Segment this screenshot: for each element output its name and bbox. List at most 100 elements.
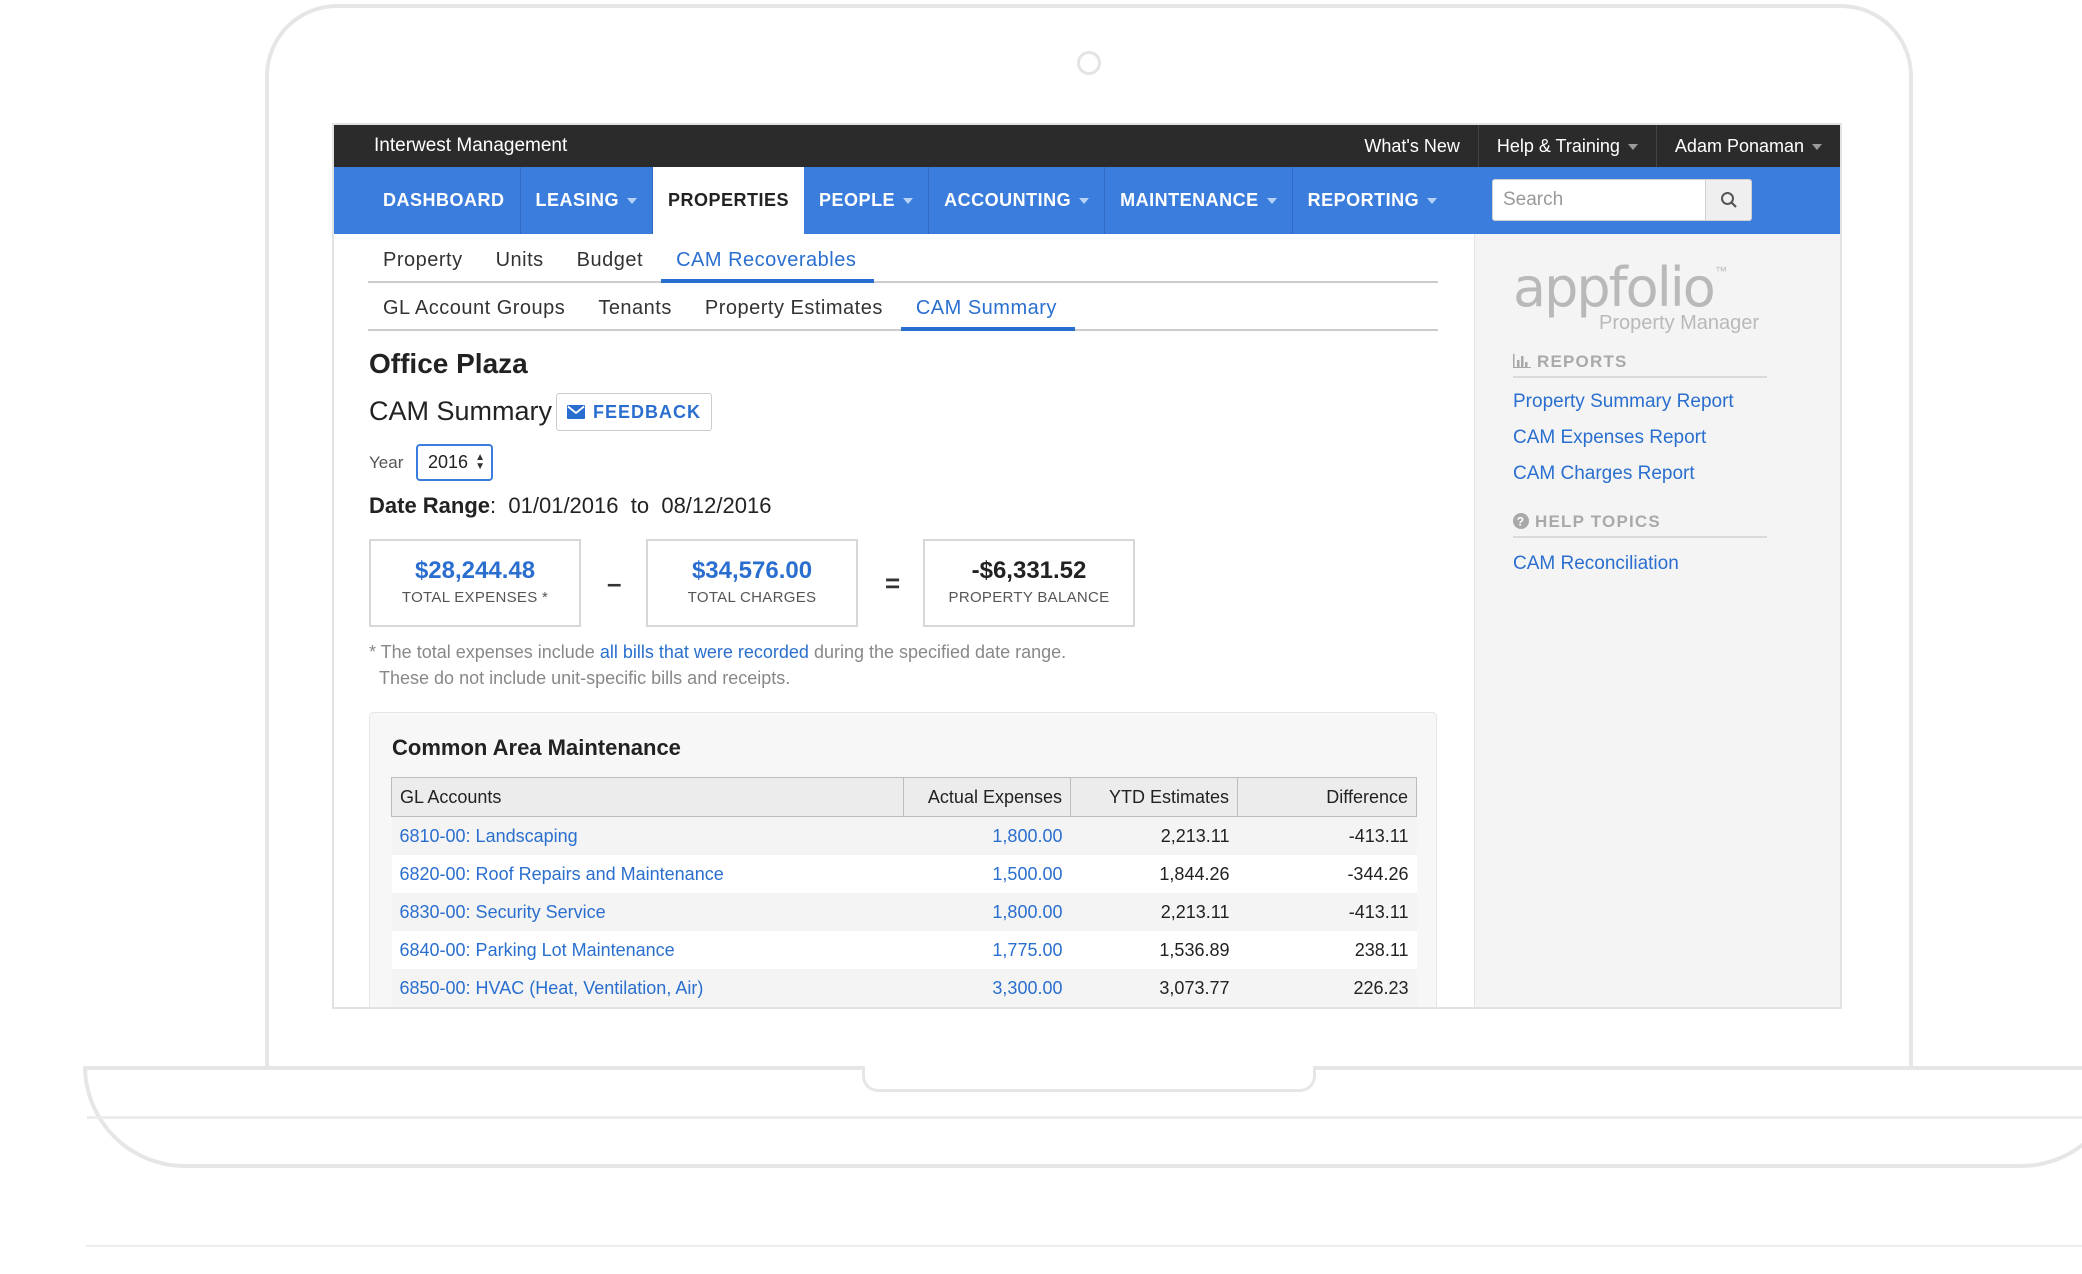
tab-gl-account-groups[interactable]: GL Account Groups: [368, 282, 583, 329]
nav-dashboard[interactable]: DASHBOARD: [368, 167, 521, 234]
tab-tenants[interactable]: Tenants: [583, 282, 690, 329]
table-row: 6820-00: Roof Repairs and Maintenance 1,…: [391, 855, 1417, 893]
actual-expense-link[interactable]: 1,800.00: [903, 816, 1071, 855]
difference: -413.11: [1237, 816, 1417, 855]
col-difference[interactable]: Difference: [1237, 777, 1417, 817]
gl-account-link[interactable]: 6810-00: Landscaping: [391, 816, 904, 855]
year-label: Year: [369, 453, 404, 472]
nav-reporting[interactable]: REPORTING: [1293, 167, 1453, 234]
difference: 238.11: [1237, 931, 1417, 969]
nav-properties[interactable]: PROPERTIES: [653, 167, 805, 234]
actual-expense-link[interactable]: 3,300.00: [903, 969, 1071, 1007]
tab-property-estimates[interactable]: Property Estimates: [690, 282, 901, 329]
property-summary-report-link[interactable]: Property Summary Report: [1513, 391, 1734, 413]
sidebar: appfolio ™ Property Manager REPORTS Prope…: [1474, 234, 1840, 1007]
search-box: [1492, 179, 1754, 221]
table-row: 6830-00: Security Service 1,800.00 2,213…: [391, 893, 1417, 931]
search-button[interactable]: [1706, 179, 1752, 221]
main-nav: DASHBOARD LEASING PROPERTIES PEOPLE ACCO…: [334, 167, 1840, 234]
question-circle-icon: ?: [1513, 513, 1529, 529]
tab-property[interactable]: Property: [368, 234, 481, 281]
select-arrows-icon: ▲ ▼: [475, 452, 485, 472]
gl-account-link[interactable]: 6840-00: Parking Lot Maintenance: [391, 931, 904, 969]
tab-units[interactable]: Units: [481, 234, 562, 281]
total-charges-label: TOTAL CHARGES: [687, 589, 817, 606]
recorded-bills-link[interactable]: all bills that were recorded: [600, 642, 809, 662]
cam-title: Common Area Maintenance: [392, 735, 681, 760]
chevron-down-icon: [1427, 198, 1438, 205]
col-gl-accounts[interactable]: GL Accounts: [391, 777, 904, 817]
gl-account-link[interactable]: 6820-00: Roof Repairs and Maintenance: [391, 855, 904, 893]
total-charges-box: $34,576.00 TOTAL CHARGES: [646, 539, 858, 627]
user-menu[interactable]: Adam Ponaman: [1655, 125, 1840, 167]
chevron-down-icon: [1079, 198, 1090, 205]
cam-table: GL Accounts Actual Expenses YTD Estimate…: [391, 777, 1417, 1007]
help-topics-heading: ? HELP TOPICS: [1513, 512, 1767, 538]
ytd-estimate: 2,213.11: [1070, 893, 1238, 931]
date-range: Date Range: 01/01/2016 to 08/12/2016: [369, 493, 772, 518]
total-expenses-value[interactable]: $28,244.48: [371, 557, 579, 585]
chevron-down-icon: [903, 198, 914, 205]
minus-sign: –: [607, 568, 622, 598]
nav-people[interactable]: PEOPLE: [804, 167, 930, 234]
main-content: Property Units Budget CAM Recoverables G…: [334, 234, 1474, 1007]
difference: -344.26: [1237, 855, 1417, 893]
table-row: 6850-00: HVAC (Heat, Ventilation, Air) 3…: [391, 969, 1417, 1007]
nav-accounting[interactable]: ACCOUNTING: [929, 167, 1106, 234]
col-ytd-estimates[interactable]: YTD Estimates: [1070, 777, 1238, 817]
search-icon: [1720, 192, 1737, 208]
app-screen: Interwest Management What's New Help & T…: [332, 123, 1842, 1009]
cam-charges-report-link[interactable]: CAM Charges Report: [1513, 463, 1695, 485]
cam-reconciliation-link[interactable]: CAM Reconciliation: [1513, 553, 1679, 575]
nav-maintenance[interactable]: MAINTENANCE: [1105, 167, 1293, 234]
envelope-icon: [567, 405, 585, 419]
section-title: CAM Summary: [369, 396, 553, 426]
company-name: Interwest Management: [374, 135, 568, 156]
actual-expense-link[interactable]: 1,500.00: [903, 855, 1071, 893]
actual-expense-link[interactable]: 1,775.00: [903, 931, 1071, 969]
expenses-footnote: * The total expenses include all bills t…: [369, 642, 1067, 688]
laptop-notch: [862, 1066, 1316, 1092]
search-input[interactable]: [1492, 179, 1706, 221]
feedback-button[interactable]: FEEDBACK: [556, 393, 713, 431]
appfolio-logo: appfolio ™ Property Manager: [1513, 256, 1760, 334]
property-balance-label: PROPERTY BALANCE: [948, 589, 1110, 606]
chevron-down-icon: [1266, 198, 1277, 205]
top-links: What's New Help & Training Adam Ponaman: [1346, 125, 1840, 167]
year-select[interactable]: 2016 ▲ ▼: [416, 444, 493, 481]
laptop-camera: [1077, 51, 1101, 75]
ytd-estimate: 2,213.11: [1070, 816, 1238, 855]
total-expenses-label: TOTAL EXPENSES *: [401, 589, 549, 606]
ytd-estimate: 1,844.26: [1070, 855, 1238, 893]
col-actual-expenses[interactable]: Actual Expenses: [903, 777, 1071, 817]
property-balance-box: -$6,331.52 PROPERTY BALANCE: [923, 539, 1135, 627]
tab-budget[interactable]: Budget: [562, 234, 661, 281]
chevron-down-icon: [1812, 144, 1822, 151]
cam-subtabs: GL Account Groups Tenants Property Estim…: [368, 282, 1438, 331]
reports-heading: REPORTS: [1513, 352, 1767, 378]
actual-expense-link[interactable]: 1,800.00: [903, 893, 1071, 931]
difference: -413.11: [1237, 893, 1417, 931]
total-charges-value[interactable]: $34,576.00: [648, 557, 856, 585]
gl-account-link[interactable]: 6830-00: Security Service: [391, 893, 904, 931]
floor-line: [86, 1245, 2082, 1247]
nav-leasing[interactable]: LEASING: [521, 167, 654, 234]
whats-new-link[interactable]: What's New: [1346, 125, 1477, 167]
chevron-down-icon: [1627, 144, 1638, 151]
tab-cam-summary[interactable]: CAM Summary: [900, 282, 1075, 331]
tab-cam-recoverables[interactable]: CAM Recoverables: [661, 234, 875, 283]
equals-sign: =: [885, 568, 901, 598]
total-expenses-box: $28,244.48 TOTAL EXPENSES *: [369, 539, 581, 627]
top-bar: Interwest Management What's New Help & T…: [334, 125, 1840, 167]
help-training-menu[interactable]: Help & Training: [1477, 125, 1656, 167]
svg-text:?: ?: [1517, 515, 1526, 529]
cam-expenses-report-link[interactable]: CAM Expenses Report: [1513, 427, 1706, 449]
difference: 226.23: [1237, 969, 1417, 1007]
table-row: 6810-00: Landscaping 1,800.00 2,213.11 -…: [391, 816, 1417, 855]
page-title: Office Plaza: [369, 348, 528, 379]
bar-chart-icon: [1513, 354, 1531, 368]
cam-panel: Common Area Maintenance GL Accounts Actu…: [369, 712, 1437, 1007]
gl-account-link[interactable]: 6850-00: HVAC (Heat, Ventilation, Air): [391, 969, 904, 1007]
ytd-estimate: 3,073.77: [1070, 969, 1238, 1007]
property-balance-value: -$6,331.52: [971, 557, 1087, 584]
